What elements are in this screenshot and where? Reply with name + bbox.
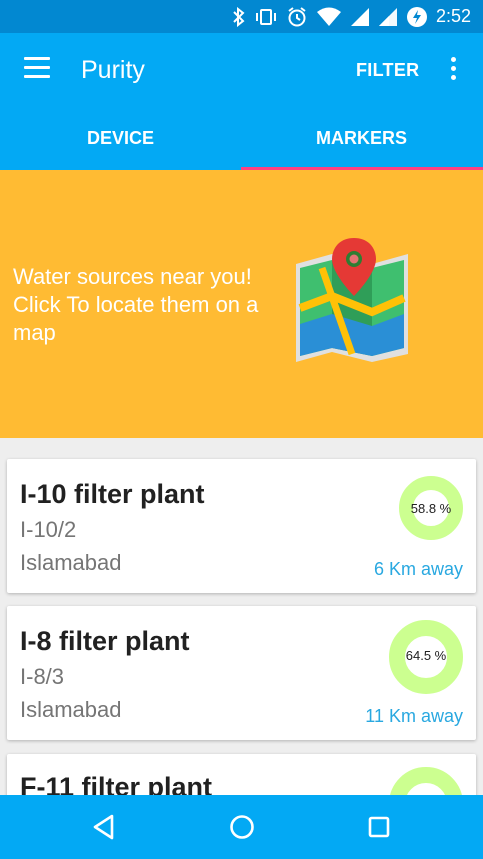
- filter-button[interactable]: FILTER: [356, 60, 419, 81]
- plant-name: I-8 filter plant: [20, 626, 190, 656]
- map-pin-icon: [296, 238, 408, 362]
- tab-device[interactable]: DEVICE: [0, 128, 241, 149]
- plant-name: I-10 filter plant: [20, 479, 205, 509]
- status-bar: 2:52: [0, 0, 483, 33]
- banner-text: Water sources near you! Click To locate …: [13, 264, 259, 345]
- vibrate-icon: [255, 8, 276, 25]
- plant-sector: I-10/2: [20, 517, 77, 542]
- list-item[interactable]: I-10 filter plant I-10/2 Islamabad 58.8 …: [7, 459, 476, 593]
- app-title: Purity: [81, 56, 145, 84]
- home-icon[interactable]: [226, 811, 258, 843]
- list-item[interactable]: I-8 filter plant I-8/3 Islamabad 64.5 % …: [7, 606, 476, 740]
- tab-markers[interactable]: MARKERS: [241, 128, 482, 149]
- alarm-icon: [288, 6, 306, 26]
- signal-icon: [378, 7, 397, 26]
- plant-sector: I-8/3: [20, 664, 65, 689]
- bluetooth-icon: [233, 6, 245, 27]
- purity-percent: 58.8 %: [410, 501, 452, 516]
- distance-label: 6 Km away: [373, 559, 463, 579]
- more-vert-icon[interactable]: [444, 57, 462, 83]
- plant-city: Islamabad: [20, 697, 122, 722]
- purity-percent: 64.5 %: [405, 648, 447, 663]
- status-icons: 2:52: [232, 0, 471, 33]
- locate-on-map-banner[interactable]: Water sources near you! Click To locate …: [0, 170, 483, 438]
- hamburger-menu-icon[interactable]: [24, 57, 50, 79]
- battery-charging-icon: [406, 6, 427, 27]
- status-time: 2:52: [435, 6, 471, 26]
- distance-label: 11 Km away: [365, 706, 463, 726]
- wifi-icon: [316, 7, 341, 26]
- system-nav-bar: [0, 795, 483, 859]
- plant-city: Islamabad: [20, 550, 122, 575]
- signal-icon: [350, 7, 369, 26]
- recents-icon[interactable]: [363, 811, 395, 843]
- back-icon[interactable]: [88, 811, 120, 843]
- app-bar: Purity FILTER DEVICE MARKERS: [0, 33, 483, 170]
